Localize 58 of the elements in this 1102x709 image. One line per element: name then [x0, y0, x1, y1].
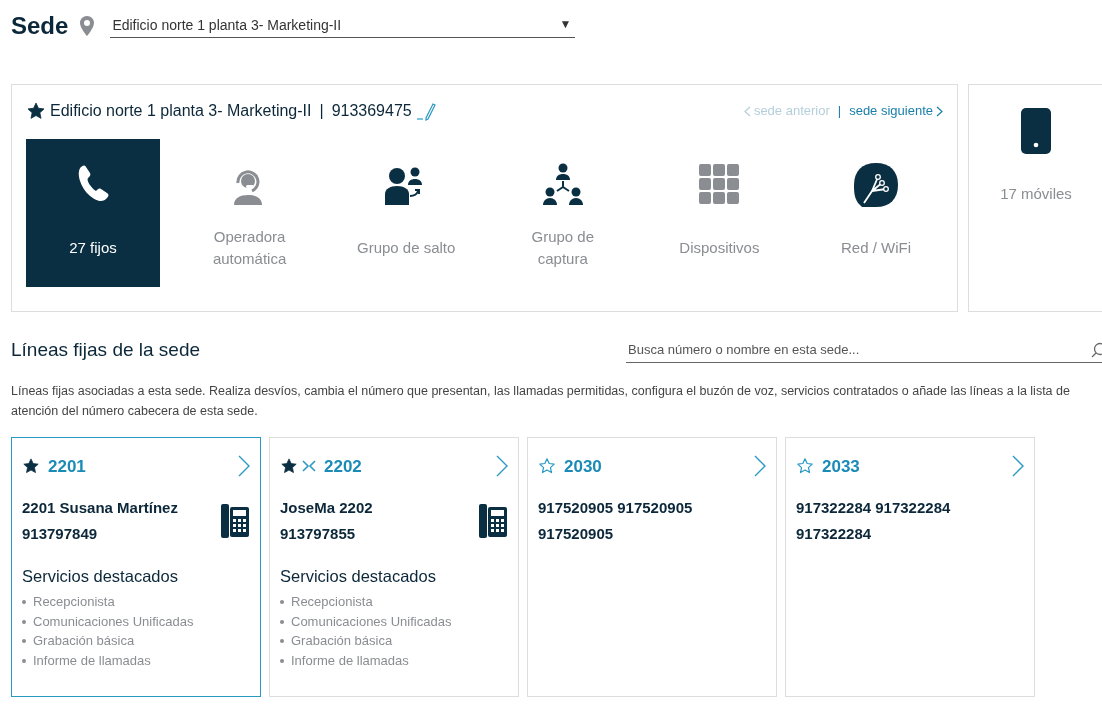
- service-name: Informe de llamadas: [291, 651, 409, 670]
- chevron-right-icon: [754, 455, 766, 478]
- service-name: Informe de llamadas: [33, 651, 151, 670]
- edit-pencil-icon: [415, 101, 436, 121]
- description-text: Líneas fijas asociadas a esta sede. Realiza desvíos, cambia el número que presentan, las llamadas permitidas, configura el buzón de voz, servicios contratados o añade las líneas a la lista de atención del número cabecera de esta sede.: [11, 382, 1071, 420]
- bullet-icon: [280, 658, 284, 663]
- contact-name: JoseMa 2202: [280, 498, 373, 518]
- separator: |: [837, 102, 842, 121]
- phone-number: 913797849: [22, 524, 99, 545]
- extension-number: 2033: [822, 455, 860, 478]
- category-tile[interactable]: Grupo de salto: [339, 139, 474, 287]
- chevron-right-icon: [1012, 455, 1024, 478]
- category-tile[interactable]: Red / WiFi: [808, 139, 943, 287]
- phone-numbers: 917322284 917322284 917322284: [796, 498, 952, 545]
- next-site-link[interactable]: sede siguiente: [849, 101, 943, 121]
- phone-number: 913797855: [280, 524, 357, 545]
- contact-name: 2201 Susana Martínez: [22, 498, 178, 518]
- page-title: Sede: [11, 11, 69, 41]
- service-name: Grabación básica: [33, 632, 135, 651]
- network-branches-icon: [851, 161, 900, 209]
- bullet-icon: [280, 639, 284, 643]
- separator: |: [319, 101, 324, 121]
- category-tile[interactable]: 17 móviles: [969, 85, 1102, 233]
- search-icon: [1090, 341, 1102, 358]
- category-tile[interactable]: Grupo de captura: [495, 139, 630, 287]
- extension-number: 2030: [564, 455, 602, 478]
- chevron-right-icon: [238, 455, 250, 478]
- chevron-icon: [743, 106, 751, 118]
- extension-number: 2201: [48, 455, 86, 478]
- extension-number: 2202: [324, 455, 362, 478]
- bullet-icon: [22, 639, 26, 643]
- bullet-icon: [280, 619, 284, 624]
- line-card[interactable]: 2030 917520905 917520905 917520905: [527, 436, 777, 697]
- services-title: Servicios destacados: [22, 565, 179, 587]
- bullet-icon: [280, 600, 284, 604]
- services-title: Servicios destacados: [280, 565, 437, 587]
- location-pin-icon: [80, 16, 95, 36]
- service-name: Recepcionista: [33, 593, 115, 612]
- chevron-right-icon: [496, 455, 508, 478]
- service-name: Comunicaciones Unificadas: [291, 612, 452, 631]
- service-name: Comunicaciones Unificadas: [33, 612, 194, 631]
- site-name: Edificio norte 1 planta 3- Marketing-II: [50, 101, 312, 121]
- category-tile[interactable]: 27 fijos: [26, 139, 160, 287]
- mobile-phone-icon: [1020, 107, 1052, 155]
- line-card[interactable]: 2033 917322284 917322284 917322284: [785, 436, 1035, 697]
- bullet-icon: [22, 619, 26, 624]
- location-dropdown[interactable]: Edificio norte 1 planta 3- Marketing-II ▼: [110, 14, 576, 38]
- service-name: Grabación básica: [291, 632, 393, 651]
- search-field[interactable]: Busca número o nombre en esta sede...: [626, 338, 1090, 362]
- bullet-icon: [22, 600, 26, 604]
- phone-numbers: 917520905 917520905 917520905: [538, 498, 694, 545]
- chevron-icon: [936, 106, 943, 118]
- section-title: Líneas fijas de la sede: [11, 338, 201, 362]
- site-phone: 913369475: [331, 101, 412, 121]
- bullet-icon: [22, 658, 26, 663]
- service-name: Recepcionista: [291, 593, 373, 612]
- line-card[interactable]: 2201 2201 Susana Martínez 913797849 Servicios destacados Recepcionista Comunicaciones Unificadas Grabación básica Informe de llamadas: [11, 436, 261, 697]
- line-card[interactable]: 2202 JoseMa 2202 913797855 Servicios destacados Recepcionista Comunicaciones Unificadas Grabación básica Informe de llamadas: [269, 436, 519, 697]
